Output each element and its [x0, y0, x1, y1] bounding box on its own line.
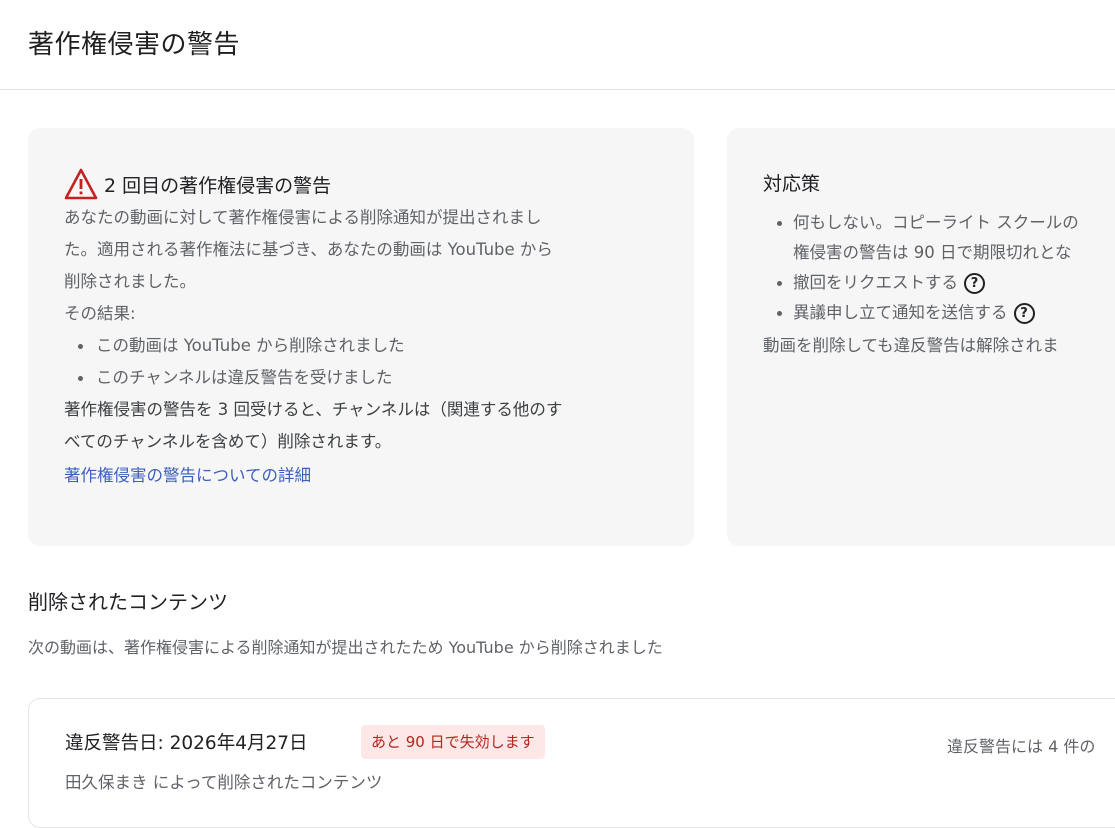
action-item-counter-notification: 異議申し立て通知を送信する? — [773, 298, 1115, 328]
strike-details-link[interactable]: 著作権侵害の警告についての詳細 — [64, 458, 311, 494]
consequence-line: 著作権侵害の警告を 3 回受けると、チャンネルは（関連する他のす — [64, 400, 563, 419]
actions-note: 動画を削除しても違反警告は解除されま — [763, 336, 1059, 355]
removed-content-description: 次の動画は、著作権侵害による削除通知が提出されたため YouTube から削除さ… — [28, 638, 663, 657]
action-item-label: 何もしない。コピーライト スクールの — [793, 213, 1079, 232]
warning-intro-line: た。適用される著作権法に基づき、あなたの動画は YouTube から — [64, 240, 553, 259]
warning-heading: 2 回目の著作権侵害の警告 — [64, 166, 664, 202]
counter-notification-link[interactable]: 異議申し立て通知を送信する — [793, 303, 1008, 322]
warning-intro-line: あなたの動画に対して著作権侵害による削除通知が提出されまし — [64, 208, 542, 227]
action-item-retraction: 撤回をリクエストする? — [773, 268, 1115, 298]
warning-triangle-icon — [64, 168, 98, 200]
help-circle-icon[interactable]: ? — [964, 273, 985, 294]
action-item-label: 権侵害の警告は 90 日で期限切れとな — [793, 243, 1072, 262]
list-item: このチャンネルは違反警告を受けました — [74, 362, 664, 394]
strike-count-text: 違反警告には 4 件の — [947, 737, 1096, 756]
strike-date: 違反警告日: 2026年4月27日 — [65, 733, 308, 754]
removed-content-title: 削除されたコンテンツ — [28, 590, 228, 614]
consequence-line: べてのチャンネルを含めて）削除されます。 — [64, 432, 392, 451]
removed-by-text: 田久保まき によって削除されたコンテンツ — [65, 773, 383, 792]
list-item: この動画は YouTube から削除されました — [74, 330, 664, 362]
actions-title: 対応策 — [763, 173, 821, 195]
warning-intro-line: 削除されました。 — [64, 272, 196, 291]
actions-list: 何もしない。コピーライト スクールの 権侵害の警告は 90 日で期限切れとな 撤… — [763, 208, 1115, 328]
strike-warning-card: 2 回目の著作権侵害の警告 あなたの動画に対して著作権侵害による削除通知が提出さ… — [28, 128, 694, 546]
expiry-badge: あと 90 日で失効します — [361, 725, 545, 759]
help-circle-icon[interactable]: ? — [1013, 303, 1035, 324]
strike-info-card: 違反警告日: 2026年4月27日 あと 90 日で失効します 違反警告には 4… — [28, 698, 1115, 828]
result-label: その結果: — [64, 304, 136, 323]
action-item-do-nothing: 何もしない。コピーライト スクールの 権侵害の警告は 90 日で期限切れとな — [773, 208, 1115, 268]
warning-title: 2 回目の著作権侵害の警告 — [104, 174, 332, 197]
retraction-request-link[interactable]: 撤回をリクエストする — [793, 273, 958, 292]
actions-card: 対応策 何もしない。コピーライト スクールの 権侵害の警告は 90 日で期限切れ… — [727, 128, 1115, 546]
page-title: 著作権侵害の警告 — [28, 30, 241, 60]
page-header: 著作権侵害の警告 — [0, 0, 1115, 90]
result-list: この動画は YouTube から削除されました このチャンネルは違反警告を受けま… — [64, 330, 664, 394]
